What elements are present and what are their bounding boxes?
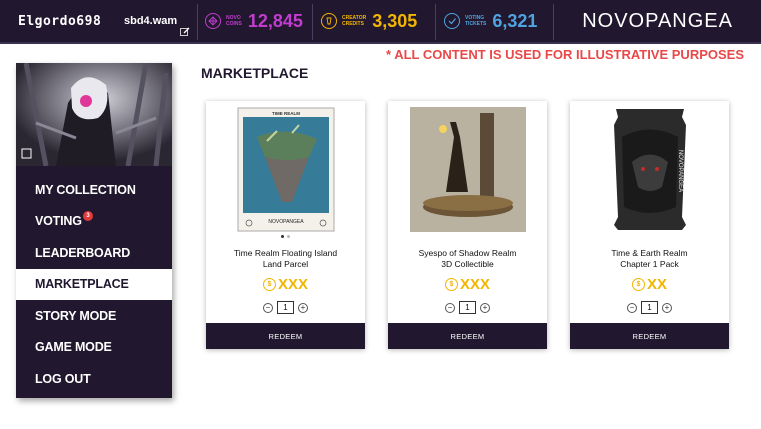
product-name: Syespo of Shadow Realm 3D Collectible	[418, 248, 517, 269]
sidebar-item-story-mode[interactable]: STORY MODE	[16, 300, 172, 332]
username: Elgordo698	[18, 13, 102, 29]
disclaimer-text: * ALL CONTENT IS USED FOR ILLUSTRATIVE P…	[386, 47, 745, 62]
quantity-stepper: − +	[206, 301, 365, 314]
sidebar-item-log-out[interactable]: LOG OUT	[16, 363, 172, 395]
sidebar-item-leaderboard[interactable]: LEADERBOARD	[16, 237, 172, 269]
sidebar-item-voting[interactable]: VOTING 3	[16, 206, 172, 238]
product-price: $ XX	[570, 276, 729, 293]
pack-label: NOVOPANGEA	[677, 150, 683, 192]
wallet-address: sbd4.wam	[124, 15, 178, 27]
quantity-input[interactable]	[277, 301, 294, 314]
creator-credit-icon: $	[262, 278, 276, 291]
quantity-stepper: − +	[388, 301, 547, 314]
product-card: TIME REALM NOVOPANGEA Time Realm Floatin…	[206, 101, 365, 349]
product-image[interactable]	[388, 107, 547, 232]
product-price: $ XXX	[206, 276, 365, 293]
profile-avatar[interactable]	[16, 63, 172, 166]
divider	[312, 4, 313, 40]
sidebar-nav: MY COLLECTION VOTING 3 LEADERBOARD MARKET…	[16, 174, 172, 395]
product-price: $ XXX	[388, 276, 547, 293]
quantity-stepper: − +	[570, 301, 729, 314]
creator-credits-label: CREATOR CREDITS	[342, 15, 367, 27]
novopangea-logo[interactable]: NOVOPANGEA	[582, 0, 733, 42]
product-card: Syespo of Shadow Realm 3D Collectible $ X…	[388, 101, 547, 349]
divider	[197, 4, 198, 40]
redeem-button[interactable]: REDEEM	[570, 323, 729, 349]
novo-coin-icon	[205, 13, 221, 29]
product-name: Time & Earth Realm Chapter 1 Pack	[611, 248, 688, 269]
top-bar: Elgordo698 sbd4.wam NOVO COINS 12,845 CR…	[0, 0, 761, 44]
novo-coins-label: NOVO COINS	[226, 15, 242, 27]
redeem-button[interactable]: REDEEM	[388, 323, 547, 349]
redeem-button[interactable]: REDEEM	[206, 323, 365, 349]
decrement-button[interactable]: −	[445, 302, 455, 313]
decrement-button[interactable]: −	[263, 302, 273, 313]
sidebar: MY COLLECTION VOTING 3 LEADERBOARD MARKET…	[16, 63, 172, 398]
product-name: Time Realm Floating Island Land Parcel	[233, 248, 338, 269]
product-image[interactable]: TIME REALM NOVOPANGEA	[206, 107, 365, 232]
sidebar-item-my-collection[interactable]: MY COLLECTION	[16, 174, 172, 206]
voting-tickets-label: VOTING TICKETS	[465, 15, 487, 27]
card-footer: NOVOPANGEA	[268, 219, 304, 225]
novo-coins-value: 12,845	[247, 10, 303, 31]
card-title: TIME REALM	[272, 111, 300, 116]
creator-credit-icon: $	[444, 278, 458, 291]
increment-button[interactable]: +	[662, 302, 672, 313]
novo-coins-balance: NOVO COINS 12,845	[205, 0, 303, 42]
sidebar-item-game-mode[interactable]: GAME MODE	[16, 332, 172, 364]
page-title: MARKETPLACE	[201, 65, 309, 81]
product-card: NOVOPANGEA Time & Earth Realm Chapter 1 …	[570, 101, 729, 349]
creator-credit-icon	[321, 13, 337, 29]
voting-tickets-balance: VOTING TICKETS 6,321	[444, 0, 537, 42]
notification-badge: 3	[83, 210, 93, 221]
increment-button[interactable]: +	[298, 302, 308, 313]
creator-credits-balance: CREATOR CREDITS 3,305	[321, 0, 417, 42]
voting-tickets-value: 6,321	[492, 10, 538, 31]
quantity-input[interactable]	[459, 301, 476, 314]
voting-ticket-icon	[444, 13, 460, 29]
decrement-button[interactable]: −	[627, 302, 637, 313]
edit-icon[interactable]	[180, 27, 190, 37]
creator-credit-icon: $	[631, 278, 645, 291]
divider	[435, 4, 436, 40]
sidebar-item-marketplace[interactable]: MARKETPLACE	[16, 268, 172, 300]
quantity-input[interactable]	[641, 301, 658, 314]
creator-credits-value: 3,305	[372, 10, 418, 31]
increment-button[interactable]: +	[480, 302, 490, 313]
divider	[553, 4, 554, 40]
product-image[interactable]: NOVOPANGEA	[570, 107, 729, 232]
carousel-dots[interactable]	[206, 235, 365, 238]
